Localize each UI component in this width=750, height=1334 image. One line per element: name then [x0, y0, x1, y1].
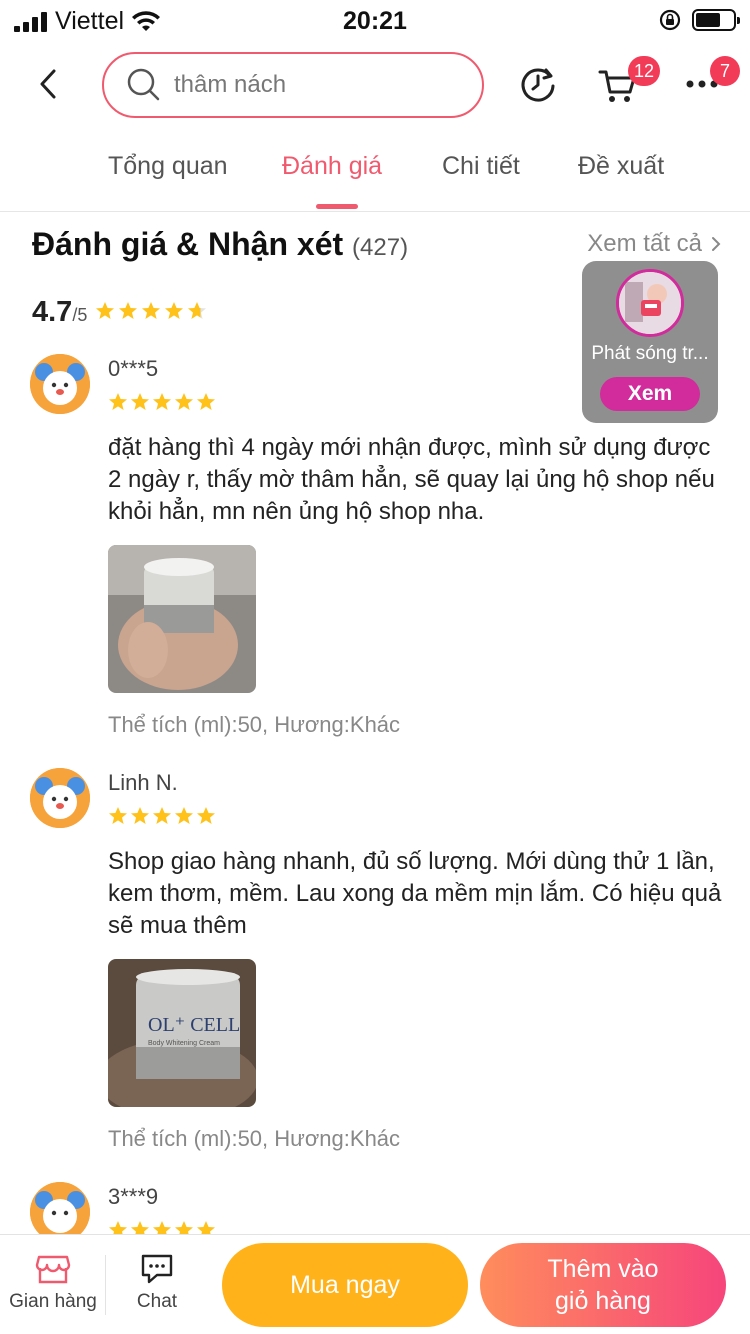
star-icon — [197, 393, 215, 410]
star-icon — [142, 302, 161, 319]
live-stream-widget[interactable]: Phát sóng tr... Xem — [582, 261, 718, 423]
star-icon — [188, 302, 207, 319]
divider — [105, 1255, 106, 1315]
see-all-label: Xem tất cả — [587, 230, 702, 257]
chat-icon — [141, 1254, 173, 1284]
photo-brand-text: OL⁺ CELL — [148, 1014, 240, 1036]
status-right — [658, 8, 740, 32]
star-icon — [109, 393, 127, 410]
watch-live-button[interactable]: Xem — [600, 377, 700, 411]
rating-max: /5 — [72, 305, 88, 325]
search-icon — [127, 68, 160, 101]
user-avatar — [30, 354, 90, 414]
review-text: đặt hàng thì 4 ngày mới nhận được, mình … — [108, 434, 715, 525]
review-item: 3***9 — [0, 1182, 750, 1234]
star-icon — [175, 393, 193, 410]
average-rating: 4.7 /5 — [32, 296, 207, 329]
tab-reviews[interactable]: Đánh giá — [282, 152, 382, 181]
tab-suggestions[interactable]: Đề xuất — [578, 152, 664, 181]
review-photo[interactable] — [108, 545, 256, 693]
review-variant: Thể tích (ml):50, Hương:Khác — [108, 1126, 401, 1151]
review-stars — [108, 1220, 216, 1234]
reviews-count: (427) — [352, 234, 409, 261]
status-bar: Viettel 20:21 — [0, 0, 750, 40]
add-to-cart-label: Thêm vào giỏ hàng — [547, 1255, 659, 1315]
more-button[interactable]: 7 — [682, 56, 740, 106]
reviewer-name: 3***9 — [108, 1184, 159, 1209]
review-stars — [108, 392, 216, 412]
top-header: thâm nách 12 7 — [0, 44, 750, 126]
tab-bar: Tổng quan Đánh giá Chi tiết Đề xuất — [0, 140, 750, 212]
tab-details[interactable]: Chi tiết — [442, 152, 520, 181]
star-icon — [109, 807, 127, 824]
chat-label: Chat — [136, 1291, 178, 1312]
star-icon — [175, 807, 193, 824]
star-icon — [197, 807, 215, 824]
reviews-title: Đánh giá & Nhận xét (427) — [32, 226, 408, 263]
clock: 20:21 — [343, 7, 407, 35]
store-icon — [35, 1255, 71, 1284]
add-to-cart-button[interactable]: Thêm vào giỏ hàng — [480, 1243, 726, 1327]
search-query: thâm nách — [174, 71, 287, 98]
rating-score: 4.7 — [32, 296, 73, 328]
star-icon — [153, 1221, 171, 1234]
reviews-title-text: Đánh giá & Nhận xét — [32, 226, 344, 262]
back-arrow-icon[interactable] — [34, 66, 64, 102]
star-icon — [197, 1221, 215, 1234]
store-label: Gian hàng — [9, 1291, 97, 1312]
user-avatar — [30, 1182, 90, 1234]
battery-icon — [692, 9, 740, 31]
star-icon — [153, 807, 171, 824]
chat-button[interactable]: Chat — [120, 1253, 194, 1313]
star-icon — [131, 393, 149, 410]
live-host-avatar — [616, 269, 684, 337]
more-badge: 7 — [710, 56, 740, 86]
bottom-action-bar: Gian hàng Chat Mua ngay Thêm vào giỏ hàn… — [0, 1234, 750, 1334]
rotation-lock-icon — [659, 9, 681, 31]
live-label: Phát sóng tr... — [591, 343, 709, 364]
cart-button[interactable]: 12 — [596, 56, 661, 106]
reviewer-name: 0***5 — [108, 356, 159, 381]
review-photo[interactable]: OL⁺ CELL Body Whitening Cream — [108, 959, 256, 1107]
review-variant: Thể tích (ml):50, Hương:Khác — [108, 712, 401, 737]
active-tab-indicator — [316, 204, 358, 209]
user-avatar — [30, 768, 90, 828]
star-icon — [109, 1221, 127, 1234]
cart-badge: 12 — [628, 56, 661, 86]
reviewer-name: Linh N. — [108, 770, 178, 795]
buy-now-button[interactable]: Mua ngay — [222, 1243, 468, 1327]
history-icon[interactable] — [516, 62, 560, 106]
search-bar[interactable]: thâm nách — [102, 52, 484, 118]
photo-sub-text: Body Whitening Cream — [148, 1040, 220, 1047]
rating-stars — [95, 301, 207, 321]
review-stars — [108, 806, 216, 826]
star-icon — [119, 302, 138, 319]
star-icon — [131, 1221, 149, 1234]
star-icon — [165, 302, 184, 319]
review-text: Shop giao hàng nhanh, đủ số lượng. Mới d… — [108, 848, 722, 939]
chevron-right-icon — [712, 237, 721, 251]
tab-overview[interactable]: Tổng quan — [108, 152, 228, 181]
star-icon — [153, 393, 171, 410]
star-icon — [131, 807, 149, 824]
see-all-link[interactable]: Xem tất cả — [587, 230, 722, 258]
store-button[interactable]: Gian hàng — [4, 1253, 102, 1313]
star-icon — [96, 302, 115, 319]
star-icon — [175, 1221, 193, 1234]
